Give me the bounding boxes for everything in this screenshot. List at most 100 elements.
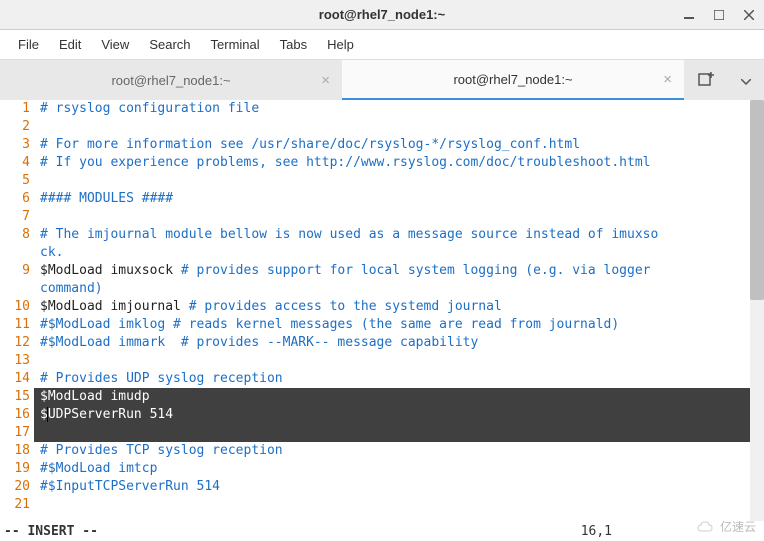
cloud-icon (696, 520, 716, 534)
code-line[interactable]: ck. (34, 244, 750, 262)
maximize-icon (714, 10, 724, 20)
code-line[interactable]: $ModLoad imuxsock # provides support for… (34, 262, 750, 280)
comment-text: #$InputTCPServerRun 514 (40, 479, 220, 494)
vertical-scrollbar[interactable] (750, 100, 764, 521)
code-line[interactable]: $ModLoad imjournal # provides access to … (34, 298, 750, 316)
line-number: 19 (0, 460, 30, 478)
code-content[interactable]: # rsyslog configuration file # For more i… (34, 100, 750, 514)
line-number: 3 (0, 136, 30, 154)
line-number: 12 (0, 334, 30, 352)
comment-text: ck. (40, 245, 63, 260)
window-controls (674, 0, 764, 30)
tab-menu-button[interactable] (741, 72, 751, 88)
editor-area[interactable]: 123456789101112131415161718192021 # rsys… (0, 100, 764, 521)
line-number (0, 280, 30, 298)
code-line[interactable] (34, 172, 750, 190)
code-line[interactable]: # rsyslog configuration file (34, 100, 750, 118)
comment-text: # For more information see /usr/share/do… (40, 137, 580, 152)
comment-text: # The imjournal module bellow is now use… (40, 227, 658, 242)
tab-close-button[interactable]: × (663, 71, 672, 88)
code-line[interactable]: $UDPServerRun 514 (34, 406, 750, 424)
menu-help[interactable]: Help (317, 33, 364, 56)
code-text: $ModLoad imuxsock (40, 263, 181, 278)
watermark: 亿速云 (696, 518, 756, 535)
menu-tabs[interactable]: Tabs (270, 33, 317, 56)
code-line[interactable]: # If you experience problems, see http:/… (34, 154, 750, 172)
comment-text: # rsyslog configuration file (40, 101, 259, 116)
line-number: 9 (0, 262, 30, 280)
vim-statusbar: -- INSERT -- 16,1 (0, 521, 764, 541)
line-number: 4 (0, 154, 30, 172)
minimize-icon (684, 10, 694, 20)
close-button[interactable] (734, 0, 764, 30)
code-line[interactable]: command) (34, 280, 750, 298)
code-line[interactable]: $ModLoad imudp (34, 388, 750, 406)
maximize-button[interactable] (704, 0, 734, 30)
new-tab-icon (698, 71, 714, 87)
line-number: 14 (0, 370, 30, 388)
new-tab-button[interactable] (698, 71, 714, 90)
comment-text: #$ModLoad imtcp (40, 461, 157, 476)
code-line[interactable]: #### MODULES #### (34, 190, 750, 208)
comment-text: # If you experience problems, see http:/… (40, 155, 650, 170)
line-number-gutter: 123456789101112131415161718192021 (0, 100, 34, 514)
menu-view[interactable]: View (91, 33, 139, 56)
comment-text: # provides support for local system logg… (181, 263, 658, 278)
tab-close-button[interactable]: × (321, 72, 330, 89)
code-line[interactable]: # The imjournal module bellow is now use… (34, 226, 750, 244)
menu-search[interactable]: Search (139, 33, 200, 56)
code-line[interactable]: # Provides TCP syslog reception (34, 442, 750, 460)
line-number: 17 (0, 424, 30, 442)
comment-text: command) (40, 281, 103, 296)
tab-label: root@rhel7_node1:~ (111, 73, 230, 88)
line-number: 15 (0, 388, 30, 406)
terminal-tab-1[interactable]: root@rhel7_node1:~ × (0, 60, 342, 100)
minimize-button[interactable] (674, 0, 704, 30)
window-title: root@rhel7_node1:~ (319, 7, 445, 22)
line-number: 16 (0, 406, 30, 424)
line-number: 21 (0, 496, 30, 514)
watermark-text: 亿速云 (720, 518, 756, 535)
line-number: 13 (0, 352, 30, 370)
line-number (0, 244, 30, 262)
line-number: 18 (0, 442, 30, 460)
line-number: 5 (0, 172, 30, 190)
menu-edit[interactable]: Edit (49, 33, 91, 56)
tab-actions (684, 60, 764, 100)
comment-text: # Provides TCP syslog reception (40, 443, 283, 458)
scrollbar-thumb[interactable] (750, 100, 764, 300)
comment-text: # Provides UDP syslog reception (40, 371, 283, 386)
code-line[interactable]: #$InputTCPServerRun 514 (34, 478, 750, 496)
code-line[interactable] (34, 208, 750, 226)
cursor-position: 16,1 (581, 524, 612, 539)
menu-file[interactable]: File (8, 33, 49, 56)
line-number: 2 (0, 118, 30, 136)
tab-label: root@rhel7_node1:~ (453, 72, 572, 87)
line-number: 1 (0, 100, 30, 118)
comment-text: #### MODULES #### (40, 191, 173, 206)
code-line[interactable]: # For more information see /usr/share/do… (34, 136, 750, 154)
code-line[interactable]: # Provides UDP syslog reception (34, 370, 750, 388)
code-line[interactable] (34, 352, 750, 370)
code-line[interactable] (34, 496, 750, 514)
comment-text: # provides access to the systemd journal (189, 299, 502, 314)
tabbar: root@rhel7_node1:~ × root@rhel7_node1:~ … (0, 60, 764, 100)
comment-text: #$ModLoad immark # provides --MARK-- mes… (40, 335, 478, 350)
line-number: 6 (0, 190, 30, 208)
code-line[interactable] (34, 424, 750, 442)
menubar: File Edit View Search Terminal Tabs Help (0, 30, 764, 60)
close-icon (744, 10, 754, 20)
code-text: $ModLoad imudp (40, 389, 150, 404)
line-number: 7 (0, 208, 30, 226)
code-line[interactable]: #$ModLoad immark # provides --MARK-- mes… (34, 334, 750, 352)
window-titlebar: root@rhel7_node1:~ (0, 0, 764, 30)
code-line[interactable]: #$ModLoad imtcp (34, 460, 750, 478)
chevron-down-icon (741, 79, 751, 85)
menu-terminal[interactable]: Terminal (201, 33, 270, 56)
terminal-tab-2[interactable]: root@rhel7_node1:~ × (342, 60, 684, 100)
line-number: 11 (0, 316, 30, 334)
comment-text: #$ModLoad imklog # reads kernel messages… (40, 317, 619, 332)
code-line[interactable]: #$ModLoad imklog # reads kernel messages… (34, 316, 750, 334)
line-number: 10 (0, 298, 30, 316)
code-line[interactable] (34, 118, 750, 136)
